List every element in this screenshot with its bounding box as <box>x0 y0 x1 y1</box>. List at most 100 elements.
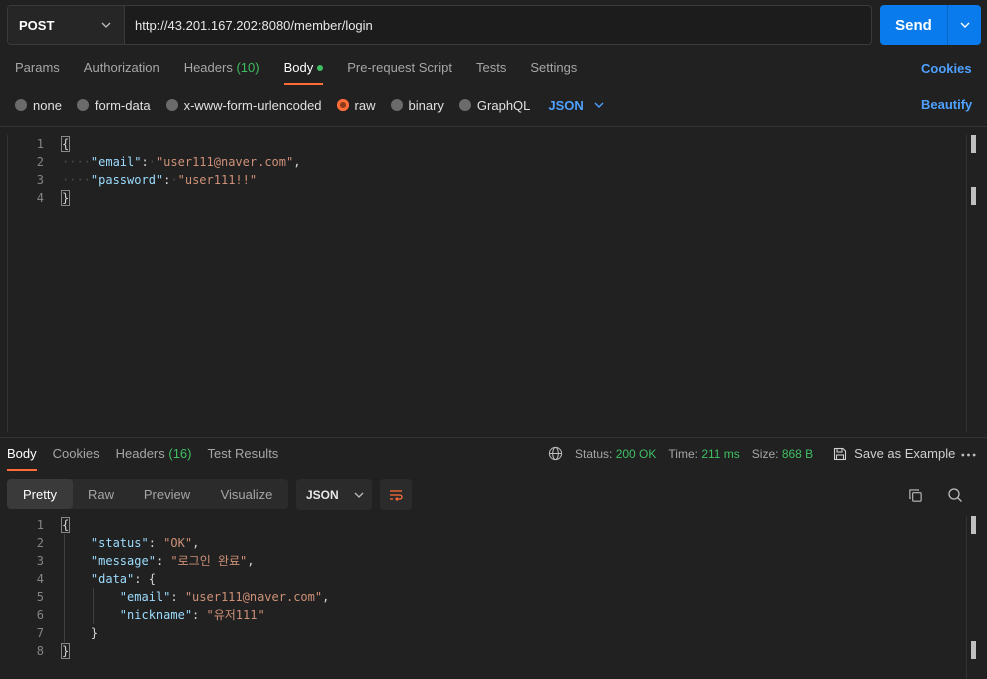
request-body-editor[interactable]: 1 { 2 ····"email":·"user111@naver.com", … <box>0 135 987 432</box>
code-text: { <box>60 517 71 533</box>
code-text: "message": "로그인 완료", <box>90 554 255 568</box>
line-number: 4 <box>36 572 44 586</box>
json-key: "message" <box>90 554 156 568</box>
status-value: 200 OK <box>615 446 657 461</box>
headers-count: (16) <box>168 446 192 461</box>
response-meta: Status: 200 OK Time: 211 ms Size: 868 B … <box>548 446 955 461</box>
radio-label: form-data <box>94 97 151 113</box>
tab-label: Pre-request Script <box>347 60 452 75</box>
tab-authorization[interactable]: Authorization <box>84 60 160 84</box>
tab-label: Headers <box>183 60 233 75</box>
time-label: Time: <box>668 446 698 461</box>
method-label: POST <box>19 17 55 33</box>
view-mode-raw[interactable]: Raw <box>73 479 129 509</box>
body-indicator-dot <box>317 64 324 71</box>
tab-label: Tests <box>475 60 507 75</box>
chevron-down-icon <box>101 22 111 28</box>
json-key: "password" <box>90 173 164 187</box>
response-viewer-scrollbar[interactable] <box>966 516 979 679</box>
body-format-label: JSON <box>548 97 584 113</box>
beautify-link[interactable]: Beautify <box>921 97 972 112</box>
method-select[interactable]: POST <box>8 6 125 44</box>
json-string: "로그인 완료" <box>170 554 248 568</box>
tab-settings[interactable]: Settings <box>530 60 577 84</box>
tab-headers[interactable]: Headers (10) <box>184 60 260 84</box>
tab-body[interactable]: Body <box>283 60 324 85</box>
tab-label: Body <box>7 446 37 461</box>
divider <box>0 126 987 127</box>
radio-raw[interactable]: raw <box>336 97 376 113</box>
send-button-group: Send <box>880 5 981 45</box>
view-mode-preview[interactable]: Preview <box>129 479 205 509</box>
code-text: } <box>60 190 71 206</box>
headers-count: (10) <box>236 60 260 75</box>
response-tabs: Body Cookies Headers (16) Test Results <box>7 446 294 471</box>
tab-response-body[interactable]: Body <box>7 446 37 471</box>
copy-response-button[interactable] <box>906 486 924 504</box>
code-line: 3 "message": "로그인 완료", <box>0 552 255 570</box>
view-mode-segmented: Pretty Raw Preview Visualize <box>7 479 288 509</box>
scroll-thumb[interactable] <box>971 516 976 534</box>
response-body-viewer[interactable]: 1 { 2 "status": "OK", 3 "message": "로그인 … <box>0 516 987 679</box>
radio-label: raw <box>354 97 376 113</box>
save-as-example-button[interactable]: Save as Example <box>833 446 955 461</box>
send-options-button[interactable] <box>947 5 981 45</box>
json-key: "email" <box>119 590 171 604</box>
radio-label: GraphQL <box>476 97 531 113</box>
radio-circle <box>390 99 403 111</box>
radio-x-www-form-urlencoded[interactable]: x-www-form-urlencoded <box>165 98 322 113</box>
globe-icon[interactable] <box>548 446 563 461</box>
code-text: } <box>90 626 99 640</box>
scroll-thumb[interactable] <box>971 135 976 153</box>
tab-response-cookies[interactable]: Cookies <box>53 446 100 470</box>
radio-label: none <box>33 97 62 113</box>
more-options-button[interactable] <box>958 447 978 463</box>
tab-label: Settings <box>530 60 578 75</box>
tab-response-headers[interactable]: Headers (16) <box>116 446 192 470</box>
code-text: "data": { <box>90 572 156 586</box>
send-button[interactable]: Send <box>880 5 947 45</box>
chevron-down-icon <box>354 492 364 498</box>
tab-label: Authorization <box>83 60 160 75</box>
tab-test-results[interactable]: Test Results <box>208 446 279 470</box>
json-key: "status" <box>90 536 149 550</box>
search-response-button[interactable] <box>946 486 964 504</box>
chevron-down-icon <box>960 22 969 28</box>
body-type-radios: none form-data x-www-form-urlencoded raw… <box>15 97 605 113</box>
code-text: "email": "user111@naver.com", <box>119 590 330 604</box>
code-text: ····"email":·"user111@naver.com", <box>62 155 301 169</box>
tab-tests[interactable]: Tests <box>476 60 506 84</box>
size-value: 868 B <box>781 446 814 461</box>
json-string: "유저111" <box>206 608 265 622</box>
line-number: 7 <box>36 626 44 640</box>
radio-none[interactable]: none <box>15 98 62 113</box>
tab-pre-request-script[interactable]: Pre-request Script <box>347 60 452 84</box>
json-string: "user111!!" <box>177 173 258 187</box>
view-mode-visualize[interactable]: Visualize <box>205 479 288 509</box>
code-line: 5 "email": "user111@naver.com", <box>0 588 330 606</box>
time-text: Time: 211 ms <box>668 447 739 461</box>
url-input[interactable]: http://43.201.167.202:8080/member/login <box>125 18 373 33</box>
request-editor-scrollbar[interactable] <box>966 135 979 432</box>
radio-graphql[interactable]: GraphQL <box>458 97 531 113</box>
tab-params[interactable]: Params <box>15 60 60 84</box>
view-mode-pretty[interactable]: Pretty <box>7 479 73 509</box>
radio-form-data[interactable]: form-data <box>76 97 151 113</box>
code-line: 7 } <box>0 624 98 642</box>
code-line: 6 "nickname": "유저111" <box>0 606 265 624</box>
radio-binary[interactable]: binary <box>390 98 444 113</box>
cookies-link[interactable]: Cookies <box>921 61 972 76</box>
tab-label: Body <box>283 60 314 75</box>
radio-circle <box>165 99 178 111</box>
line-number: 3 <box>36 554 44 568</box>
response-format-label: JSON <box>306 487 339 502</box>
response-format-select[interactable]: JSON <box>296 479 372 510</box>
code-text: } <box>60 643 71 659</box>
request-tabs: Params Authorization Headers (10) Body P… <box>15 60 601 85</box>
save-icon <box>834 447 847 460</box>
wrap-lines-button[interactable] <box>380 479 412 510</box>
tab-label: Headers <box>115 446 165 461</box>
line-number: 2 <box>36 536 44 550</box>
json-key: "email" <box>90 155 142 169</box>
body-format-select[interactable]: JSON <box>548 98 604 113</box>
